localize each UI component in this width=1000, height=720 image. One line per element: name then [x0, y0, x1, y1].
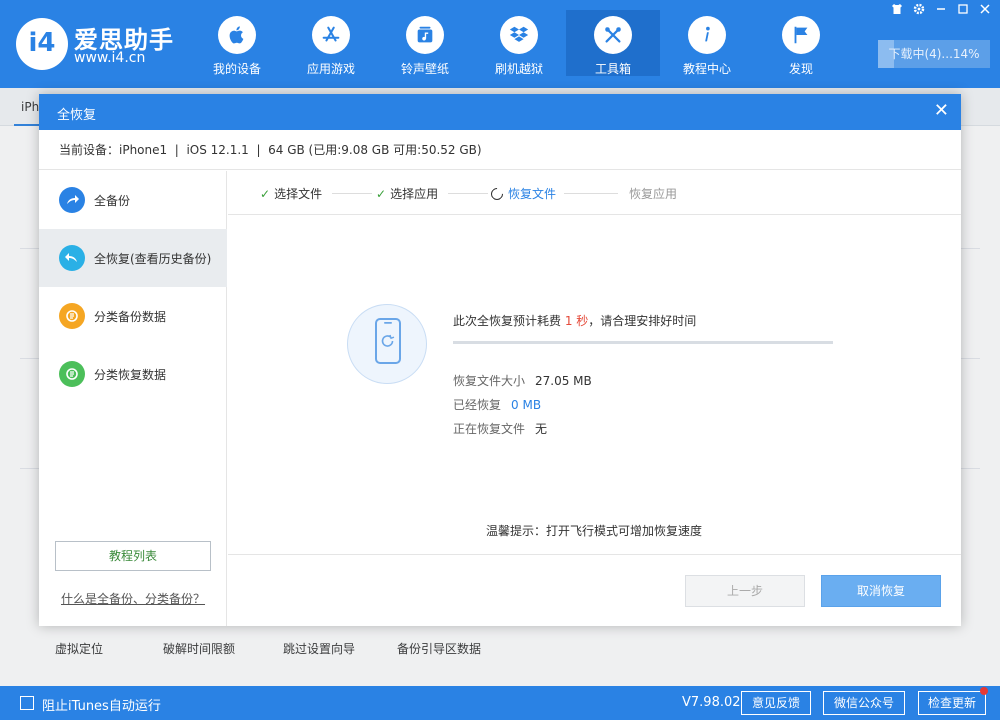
dialog-sidebar: 全备份 全恢复(查看历史备份) 分类备份数据 分类恢复数据 教程列表 什么是全备…: [39, 171, 227, 626]
file-size-row: 恢复文件大小 27.05 MB: [453, 372, 592, 389]
tutorial-list-button[interactable]: 教程列表: [55, 541, 211, 571]
nav-ringtones[interactable]: 铃声壁纸: [378, 10, 472, 76]
download-label: 下载中(4)...14%: [888, 47, 980, 61]
restore-estimate: 此次全恢复预计耗费 1 秒，请合理安排好时间: [453, 312, 696, 329]
itunes-autorun-checkbox[interactable]: [20, 696, 34, 710]
current-file-value: 无: [535, 422, 548, 436]
nav-label: 应用游戏: [306, 62, 355, 76]
wechat-button[interactable]: 微信公众号: [823, 691, 905, 715]
gear-icon[interactable]: [908, 2, 930, 20]
main-nav: 我的设备 应用游戏 铃声壁纸 刷机越狱 工具箱 教程中心 发现: [190, 10, 848, 76]
download-progress-button[interactable]: 下载中(4)...14%: [878, 40, 990, 68]
step-label: 恢复文件: [508, 187, 557, 201]
close-icon[interactable]: [974, 2, 996, 20]
app-url: www.i4.cn: [74, 50, 146, 66]
check-update-button[interactable]: 检查更新: [918, 691, 986, 715]
step-label: 选择应用: [390, 187, 439, 201]
info-icon: [688, 16, 726, 54]
nav-apps-games[interactable]: 应用游戏: [284, 10, 378, 76]
flag-icon: [782, 16, 820, 54]
nav-label: 我的设备: [212, 62, 261, 76]
version-label: V7.98.02: [682, 695, 741, 710]
logo-badge: i4: [16, 18, 68, 70]
nav-label: 工具箱: [594, 62, 631, 76]
checkmark-icon: ✓: [260, 187, 271, 201]
nav-toolbox[interactable]: 工具箱: [566, 10, 660, 76]
sidebar-item-category-backup[interactable]: 分类备份数据: [39, 287, 227, 345]
nav-flash-jailbreak[interactable]: 刷机越狱: [472, 10, 566, 76]
backup-help-link[interactable]: 什么是全备份、分类备份？: [61, 590, 205, 607]
restore-steps: ✓ 选择文件 ✓ 选择应用 恢复文件 恢复应用: [228, 171, 961, 215]
update-notification-dot: [980, 687, 988, 695]
sidebar-item-full-backup[interactable]: 全备份: [39, 171, 227, 229]
nav-discover[interactable]: 发现: [754, 10, 848, 76]
estimate-suffix: ，请合理安排好时间: [588, 314, 697, 328]
sidebar-item-label: 全恢复(查看历史备份): [94, 252, 212, 266]
dialog-close-icon[interactable]: ✕: [934, 100, 949, 121]
status-bar: 阻止iTunes自动运行 V7.98.02 意见反馈 微信公众号 检查更新: [0, 686, 1000, 720]
share-arrow-icon: [59, 187, 85, 213]
restore-progress-bar: [453, 341, 833, 344]
checkmark-icon: ✓: [376, 187, 387, 201]
shirt-icon[interactable]: [886, 2, 908, 20]
current-file-label: 正在恢复文件: [453, 422, 526, 436]
category-restore-icon: [59, 361, 85, 387]
restored-row: 已经恢复 0 MB: [453, 396, 541, 413]
file-size-value: 27.05 MB: [535, 374, 592, 388]
nav-my-device[interactable]: 我的设备: [190, 10, 284, 76]
current-file-row: 正在恢复文件无: [453, 420, 547, 437]
music-icon: [406, 16, 444, 54]
restored-value: 0 MB: [511, 398, 542, 412]
dialog-header: 全恢复 ✕: [39, 94, 961, 130]
step-connector: [332, 193, 372, 194]
device-info: 当前设备：iPhone1 | iOS 12.1.1 | 64 GB (已用:9.…: [39, 130, 961, 170]
sidebar-item-label: 分类备份数据: [94, 310, 167, 324]
previous-step-button[interactable]: 上一步: [685, 575, 805, 607]
divider: [228, 554, 961, 555]
estimate-prefix: 此次全恢复预计耗费: [453, 314, 565, 328]
step-select-files: ✓ 选择文件: [260, 185, 322, 202]
maximize-icon[interactable]: [952, 2, 974, 20]
airplane-mode-tip: 温馨提示：打开飞行模式可增加恢复速度: [486, 524, 703, 538]
nav-label: 发现: [788, 62, 813, 76]
step-label: 恢复应用: [629, 187, 678, 201]
tools-icon: [594, 16, 632, 54]
dialog-title: 全恢复: [57, 108, 97, 123]
nav-tutorials[interactable]: 教程中心: [660, 10, 754, 76]
nav-label: 铃声壁纸: [400, 62, 449, 76]
step-restore-files: 恢复文件: [488, 185, 557, 203]
sidebar-item-label: 全备份: [94, 194, 131, 208]
sidebar-item-label: 分类恢复数据: [94, 368, 167, 382]
app-logo: i4 爱思助手 www.i4.cn: [16, 16, 176, 72]
top-bar: i4 爱思助手 www.i4.cn 我的设备 应用游戏 铃声壁纸 刷机越狱 工具…: [0, 0, 1000, 88]
nav-label: 教程中心: [682, 62, 731, 76]
restore-dialog: 全恢复 ✕ 当前设备：iPhone1 | iOS 12.1.1 | 64 GB …: [39, 94, 961, 626]
minimize-icon[interactable]: [930, 2, 952, 20]
step-restore-apps: 恢复应用: [629, 185, 677, 202]
estimate-seconds: 1 秒: [564, 314, 589, 328]
file-size-label: 恢复文件大小: [453, 374, 526, 388]
dropbox-icon: [500, 16, 538, 54]
nav-label: 刷机越狱: [494, 62, 543, 76]
feedback-button[interactable]: 意见反馈: [741, 691, 811, 715]
window-controls: [886, 2, 996, 20]
step-connector: [448, 193, 488, 194]
sidebar-item-full-restore[interactable]: 全恢复(查看历史备份): [39, 229, 227, 287]
step-select-apps: ✓ 选择应用: [376, 185, 438, 202]
loading-ring-icon: [488, 185, 506, 203]
app-store-icon: [312, 16, 350, 54]
itunes-autorun-label: 阻止iTunes自动运行: [42, 699, 161, 714]
apple-icon: [218, 16, 256, 54]
step-connector: [564, 193, 618, 194]
category-backup-icon: [59, 303, 85, 329]
cancel-restore-button[interactable]: 取消恢复: [821, 575, 941, 607]
reply-arrow-icon: [59, 245, 85, 271]
sidebar-item-category-restore[interactable]: 分类恢复数据: [39, 345, 227, 403]
step-label: 选择文件: [274, 187, 323, 201]
restored-label: 已经恢复: [453, 398, 502, 412]
phone-restore-icon: [347, 304, 427, 384]
